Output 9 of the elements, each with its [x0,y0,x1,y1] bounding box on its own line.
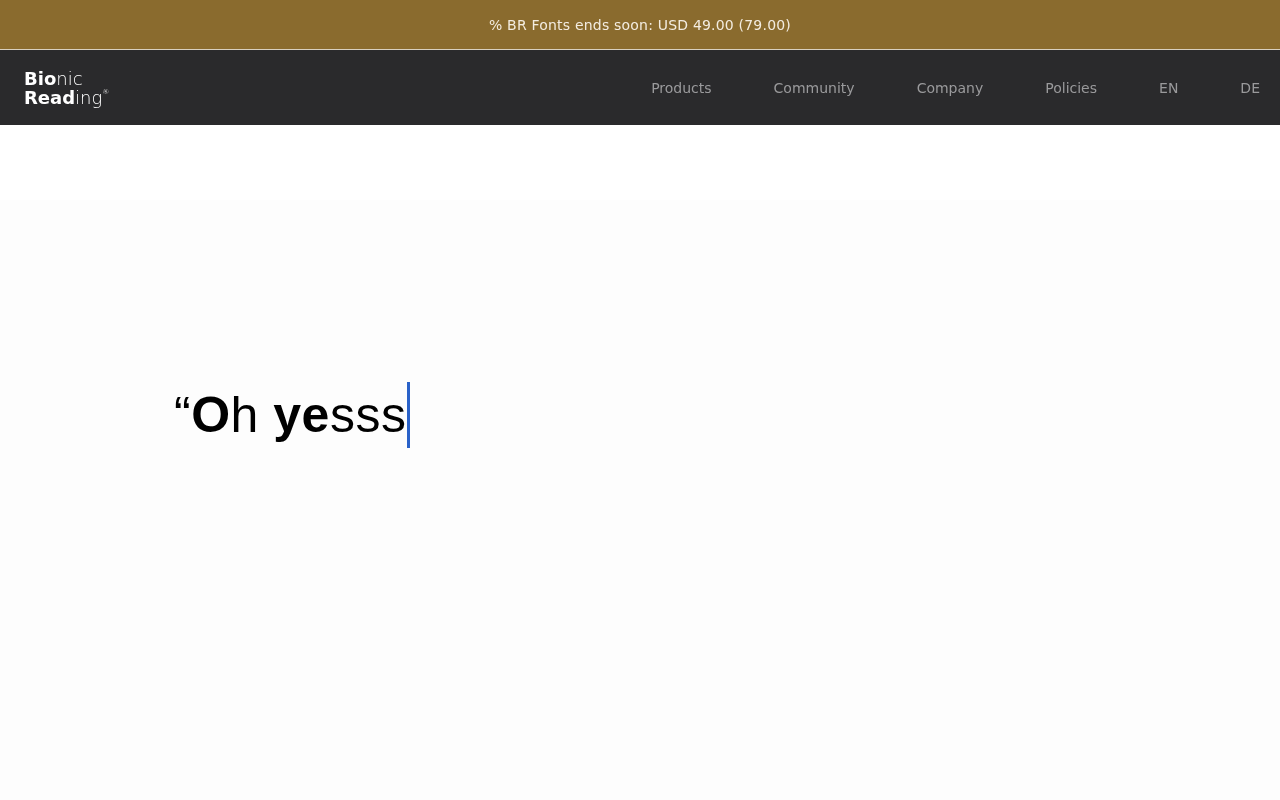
headline: “Oh yesss [174,386,407,444]
promo-text: % BR Fonts ends soon: USD 49.00 (79.00) [488,16,791,33]
logo[interactable]: Bionic Reading$^{®}$ [24,68,110,107]
nav-link[interactable]: EN [1159,79,1179,96]
nav-link[interactable]: Community [773,79,855,96]
nav-link[interactable]: Company [916,79,984,96]
nav-link[interactable]: Products [651,79,712,96]
nav-link[interactable]: DE [1240,79,1260,96]
nav-link[interactable]: Policies [1045,79,1098,96]
